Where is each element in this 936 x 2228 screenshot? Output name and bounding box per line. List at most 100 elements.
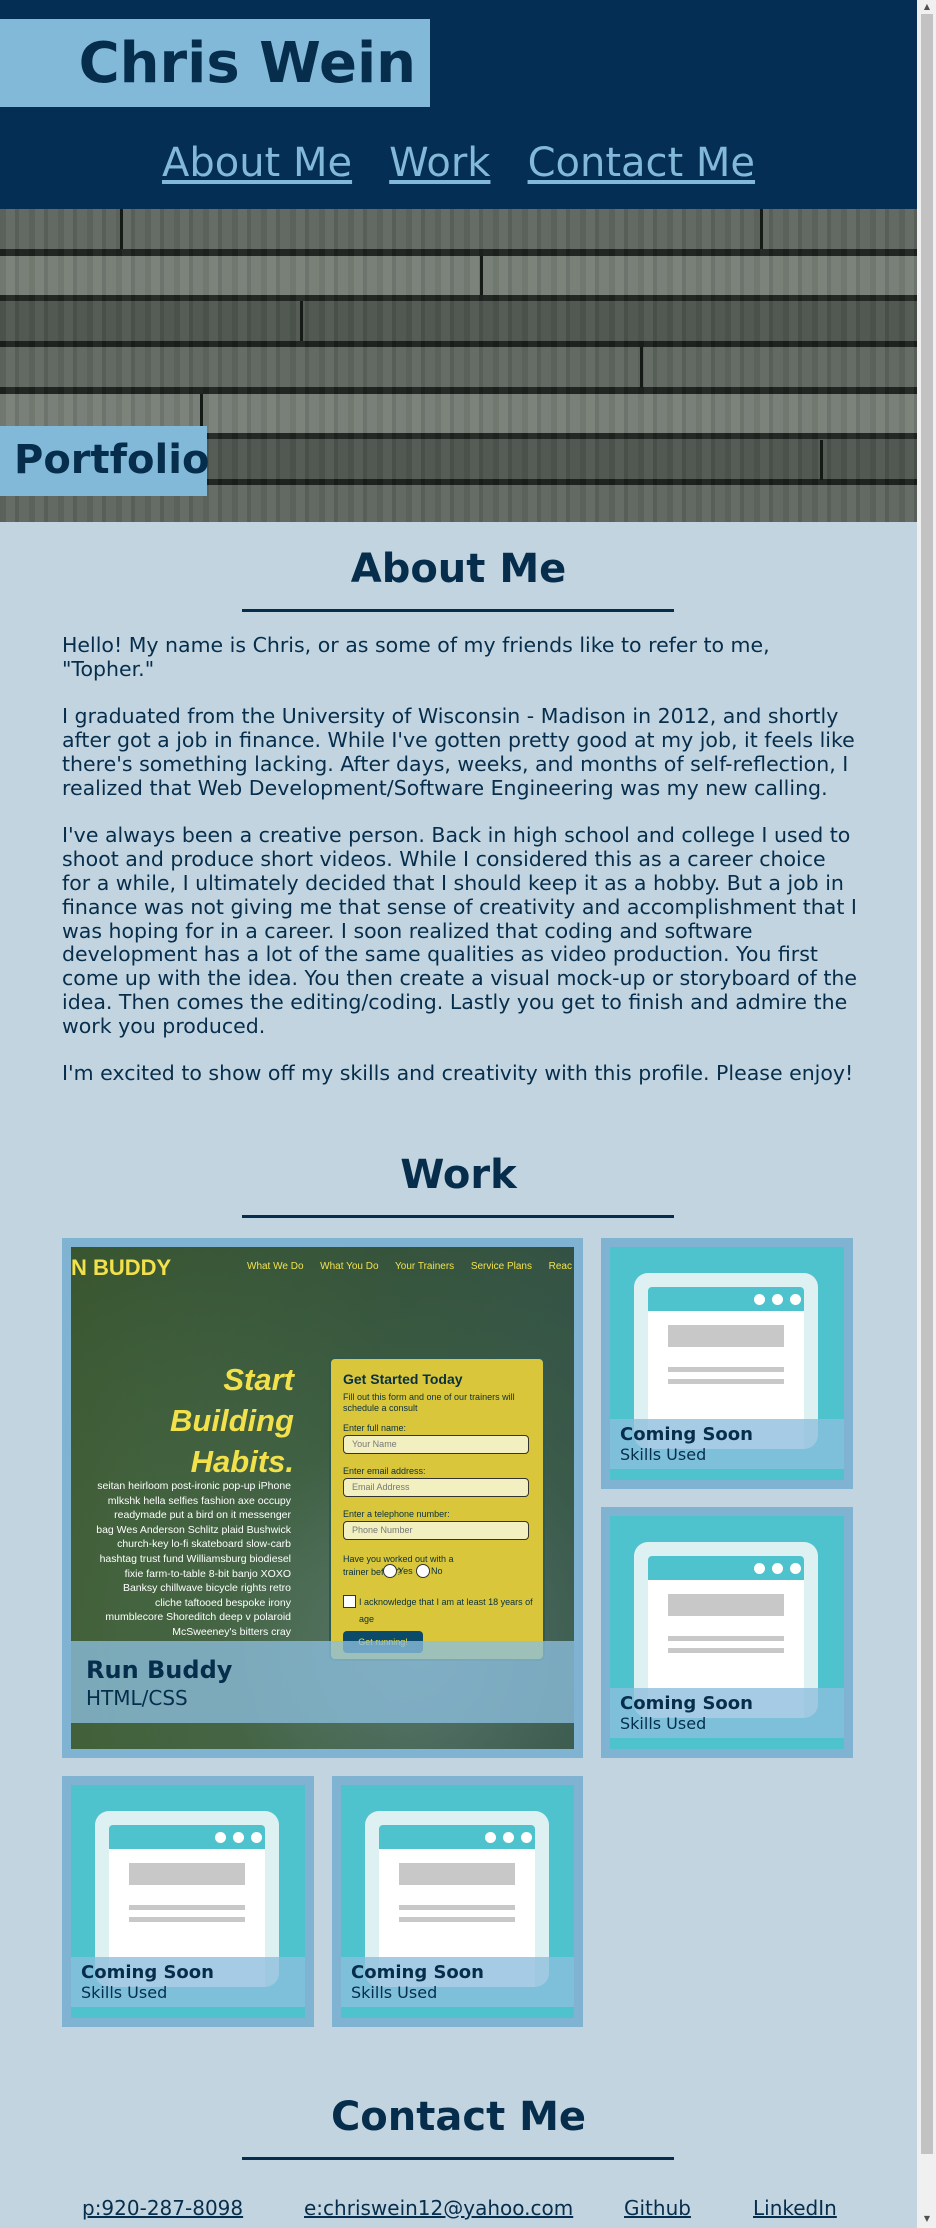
run-buddy-blurb: seitan heirloom post-ironic pop-up iPhon… [96,1480,291,1638]
project-title: Coming Soon [351,1962,484,1983]
browser-dot [215,1832,226,1843]
hero-line: Habits. [190,1444,294,1479]
page-line [129,1905,245,1910]
project-title: Coming Soon [81,1962,214,1983]
project-card-coming-soon[interactable]: Coming Soon Skills Used [601,1238,853,1489]
browser-toolbar [648,1287,804,1311]
run-buddy-nav-item: Your Trainers [395,1261,455,1272]
page-line [668,1379,784,1384]
hero-line: Building [170,1403,294,1438]
main-nav: About Me Work Contact Me [0,140,917,186]
site-header: Chris Wein About Me Work Contact Me [0,0,917,209]
board-seam [760,209,763,249]
email-link[interactable]: e:chriswein12@yahoo.com [304,2196,573,2220]
project-skills: HTML/CSS [86,1686,188,1710]
run-buddy-hero-text: Start Building Habits. [170,1359,294,1482]
radio-no-label: No [431,1566,443,1576]
run-buddy-nav-item: Reac [548,1261,572,1272]
browser-dot [485,1832,496,1843]
page-line [668,1636,784,1641]
run-buddy-nav-item: What We Do [247,1261,304,1272]
browser-dot [251,1832,262,1843]
form-phone-field: Phone Number [343,1521,529,1540]
board-seam [820,440,823,480]
placeholder-image: Coming Soon Skills Used [341,1785,574,2018]
scrollbar-thumb[interactable] [921,14,933,2154]
run-buddy-nav-item: What You Do [320,1261,379,1272]
form-email-field: Email Address [343,1478,529,1497]
project-title: Coming Soon [620,1693,753,1714]
project-caption: Coming Soon Skills Used [341,1957,574,2007]
placeholder-image: Coming Soon Skills Used [610,1516,844,1749]
page-line [399,1917,515,1922]
about-paragraph: I graduated from the University of Wisco… [62,704,855,800]
run-buddy-nav: What We Do What You Do Your Trainers Ser… [247,1261,572,1272]
project-caption: Coming Soon Skills Used [610,1419,844,1469]
browser-dot [754,1563,765,1574]
browser-toolbar [648,1556,804,1580]
form-intro: Fill out this form and one of our traine… [343,1392,515,1413]
project-skills: Skills Used [351,1983,438,2002]
run-buddy-form: Get Started Today Fill out this form and… [329,1357,545,1661]
radio-yes [383,1564,397,1578]
hero-line: Start [223,1362,294,1397]
phone-link[interactable]: p:920-287-8098 [82,2196,243,2220]
browser-dot [521,1832,532,1843]
browser-toolbar [109,1825,265,1849]
linkedin-link[interactable]: LinkedIn [753,2196,837,2220]
about-heading: About Me [350,546,567,592]
project-title: Coming Soon [620,1424,753,1445]
nav-link-work[interactable]: Work [389,140,490,186]
board-seam [120,209,123,249]
browser-dot [772,1563,783,1574]
work-divider [242,1215,674,1218]
form-title: Get Started Today [343,1371,463,1387]
name-box: Chris Wein [0,19,430,107]
project-caption: Coming Soon Skills Used [610,1688,844,1738]
about-paragraph: I'm excited to show off my skills and cr… [62,1061,854,1086]
project-card-run-buddy[interactable]: N BUDDY What We Do What You Do Your Trai… [62,1238,583,1758]
radio-no [416,1564,430,1578]
placeholder-image: Coming Soon Skills Used [610,1247,844,1480]
form-name-field: Your Name [343,1435,529,1454]
page-line [399,1905,515,1910]
board-seam [480,256,483,295]
board-seam [640,347,643,387]
browser-dot [503,1832,514,1843]
project-card-coming-soon[interactable]: Coming Soon Skills Used [62,1776,314,2027]
about-paragraph: Hello! My name is Chris, or as some of m… [62,633,770,681]
board-seam [300,301,303,341]
project-title: Run Buddy [86,1656,233,1684]
portfolio-label: Portfolio [14,437,210,483]
browser-dot [754,1294,765,1305]
nav-link-contact[interactable]: Contact Me [528,140,755,186]
browser-toolbar [379,1825,535,1849]
page-line [129,1917,245,1922]
project-screenshot: N BUDDY What We Do What You Do Your Trai… [71,1247,574,1749]
ack-label: I acknowledge that I am at least 18 year… [359,1597,533,1624]
about-text: Hello! My name is Chris, or as some of m… [62,633,858,1110]
nav-link-about[interactable]: About Me [162,140,352,186]
project-skills: Skills Used [620,1714,707,1733]
scroll-up-arrow-icon[interactable]: ▲ [921,2,933,11]
work-heading: Work [400,1152,517,1198]
run-buddy-nav-item: Service Plans [470,1261,532,1272]
page-line [668,1367,784,1372]
page-line [668,1648,784,1653]
github-link[interactable]: Github [624,2196,691,2220]
project-card-coming-soon[interactable]: Coming Soon Skills Used [601,1507,853,1758]
page-block [668,1594,784,1616]
project-card-coming-soon[interactable]: Coming Soon Skills Used [332,1776,583,2027]
form-label: Enter email address: [343,1466,426,1476]
portfolio-tag: Portfolio [0,426,210,496]
page-block [668,1325,784,1347]
browser-dot [772,1294,783,1305]
project-caption: Coming Soon Skills Used [71,1957,305,2007]
site-title: Chris Wein [78,31,416,96]
browser-dot [790,1563,801,1574]
radio-yes-label: Yes [398,1566,413,1576]
contact-heading: Contact Me [330,2094,587,2140]
page-block [129,1863,245,1885]
scroll-down-arrow-icon[interactable]: ▼ [921,2214,933,2223]
ack-checkbox [343,1595,356,1608]
